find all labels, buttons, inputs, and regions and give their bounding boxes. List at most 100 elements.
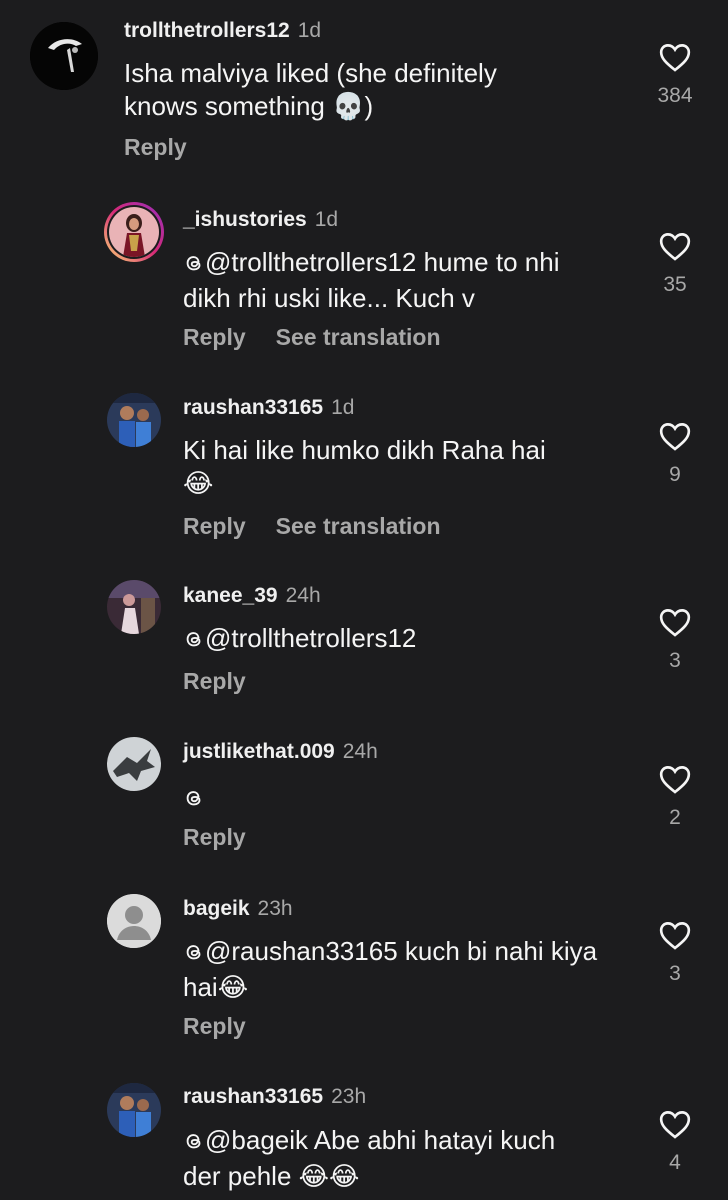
comment-text-line1: kuch bi nahi kiya — [397, 936, 598, 966]
comment-text: @raushan33165 kuch bi nahi kiya hai😂 — [183, 935, 633, 1005]
see-translation-button[interactable]: See translation — [276, 513, 441, 539]
username[interactable]: _ishustories — [183, 208, 307, 231]
like-control: 3 — [645, 921, 705, 986]
like-control: 4 — [645, 1110, 705, 1175]
skull-emoji: 💀 — [332, 92, 365, 122]
comment-item: justlikethat.009 24h Reply 2 — [0, 725, 728, 875]
comment-text-line2: dikh rhi uski like... Kuch v — [183, 283, 475, 313]
comment-item: kanee_39 24h @trollthetrollers12 Reply 3 — [0, 570, 728, 720]
comment-text-line1: Abe abhi hatayi kuch — [308, 1125, 556, 1155]
username[interactable]: raushan33165 — [183, 396, 323, 419]
comment-actions: Reply — [183, 1013, 276, 1040]
like-control: 2 — [645, 765, 705, 830]
avatar[interactable] — [107, 894, 161, 948]
reply-button[interactable]: Reply — [183, 668, 246, 694]
profile-picture — [107, 393, 161, 447]
laughing-emoji: 😂 — [183, 469, 214, 499]
comment-item: trollthetrollers12 1d Isha malviya liked … — [0, 0, 728, 190]
like-count: 2 — [669, 806, 681, 829]
like-control: 384 — [645, 43, 705, 108]
comment-text: @trollthetrollers12 hume to nhi dikh rhi… — [183, 246, 633, 315]
comment-text-line1: Isha malviya liked (she definitely — [124, 58, 497, 88]
comment-actions: Reply — [183, 824, 276, 851]
comment-header: raushan33165 23h — [183, 1085, 366, 1109]
mention-link[interactable]: @bageik — [183, 1125, 308, 1155]
like-control: 9 — [645, 422, 705, 487]
like-count: 35 — [663, 273, 687, 296]
see-translation-button[interactable]: See translation — [276, 324, 441, 350]
comment-text: @trollthetrollers12 — [183, 622, 633, 658]
comment-text-tail: ) — [364, 91, 374, 121]
username[interactable]: kanee_39 — [183, 584, 278, 607]
comment-text-line2: der pehle — [183, 1161, 299, 1191]
comment-header: bageik 23h — [183, 897, 293, 921]
comment-header: justlikethat.009 24h — [183, 740, 378, 764]
laughing-emoji: 😂 — [217, 973, 249, 1003]
profile-picture — [107, 580, 161, 634]
like-count: 3 — [669, 649, 681, 672]
timestamp: 1d — [331, 396, 355, 419]
reply-button[interactable]: Reply — [183, 513, 246, 539]
heart-outline-icon[interactable] — [659, 1110, 691, 1139]
timestamp: 1d — [297, 19, 322, 42]
like-control: 35 — [645, 232, 705, 297]
mention-link[interactable]: @trollthetrollers12 — [183, 247, 416, 277]
profile-picture — [30, 22, 98, 90]
heart-outline-icon[interactable] — [659, 765, 691, 794]
comment-text-line1: hume to nhi — [416, 247, 560, 277]
comment-item: _ishustories 1d @trollthetrollers12 hume … — [0, 190, 728, 380]
like-control: 3 — [645, 608, 705, 673]
username[interactable]: raushan33165 — [183, 1085, 323, 1108]
mention-link[interactable]: @raushan33165 — [183, 936, 398, 966]
comment-actions: Reply See translation — [183, 513, 471, 540]
mention-link[interactable]: @trollthetrollers12 — [183, 623, 416, 653]
avatar[interactable] — [107, 1083, 161, 1137]
comment-actions: Reply See translation — [183, 324, 471, 351]
heart-outline-icon[interactable] — [659, 422, 691, 451]
username[interactable]: justlikethat.009 — [183, 740, 335, 763]
username[interactable]: trollthetrollers12 — [124, 19, 290, 42]
comment-header: raushan33165 1d — [183, 396, 354, 420]
avatar[interactable] — [104, 202, 164, 262]
timestamp: 23h — [257, 897, 293, 920]
comment-actions: Reply — [183, 668, 276, 695]
comment-item: raushan33165 23h @bageik Abe abhi hatayi … — [0, 1070, 728, 1200]
profile-picture — [107, 1083, 161, 1137]
comment-text: Isha malviya liked (she definitely knows… — [124, 57, 594, 124]
reply-button[interactable]: Reply — [183, 1013, 246, 1039]
avatar[interactable] — [30, 22, 98, 90]
like-count: 4 — [669, 1151, 681, 1174]
profile-picture — [109, 207, 159, 257]
comment-text: Ki hai like humko dikh Raha hai 😂 — [183, 434, 633, 501]
like-count: 384 — [657, 84, 693, 107]
reply-button[interactable]: Reply — [183, 824, 246, 850]
reply-button[interactable]: Reply — [124, 134, 187, 160]
comment-item: bageik 23h @raushan33165 kuch bi nahi kiy… — [0, 880, 728, 1070]
comment-text — [183, 781, 633, 817]
username[interactable]: bageik — [183, 897, 250, 920]
comment-text: @bageik Abe abhi hatayi kuch der pehle 😂… — [183, 1124, 633, 1194]
laughing-emoji: 😂😂 — [298, 1162, 360, 1192]
heart-outline-icon[interactable] — [659, 43, 691, 72]
profile-picture — [107, 737, 161, 791]
timestamp: 24h — [285, 584, 321, 607]
heart-outline-icon[interactable] — [659, 232, 691, 261]
heart-outline-icon[interactable] — [659, 921, 691, 950]
comment-header: trollthetrollers12 1d — [124, 19, 321, 43]
reply-button[interactable]: Reply — [183, 324, 246, 350]
comment-text-line2: hai — [183, 972, 218, 1002]
comment-header: kanee_39 24h — [183, 584, 321, 608]
avatar[interactable] — [107, 393, 161, 447]
timestamp: 1d — [314, 208, 339, 231]
comment-text-line1: Ki hai like humko dikh Raha hai — [183, 435, 546, 465]
threads-logo-icon[interactable] — [183, 784, 205, 817]
comment-header: _ishustories 1d — [183, 208, 338, 232]
timestamp: 23h — [331, 1085, 367, 1108]
heart-outline-icon[interactable] — [659, 608, 691, 637]
comment-item: raushan33165 1d Ki hai like humko dikh Ra… — [0, 380, 728, 570]
avatar[interactable] — [107, 737, 161, 791]
like-count: 9 — [669, 463, 681, 486]
comment-actions: Reply — [124, 134, 217, 161]
default-avatar-icon — [107, 894, 161, 948]
avatar[interactable] — [107, 580, 161, 634]
